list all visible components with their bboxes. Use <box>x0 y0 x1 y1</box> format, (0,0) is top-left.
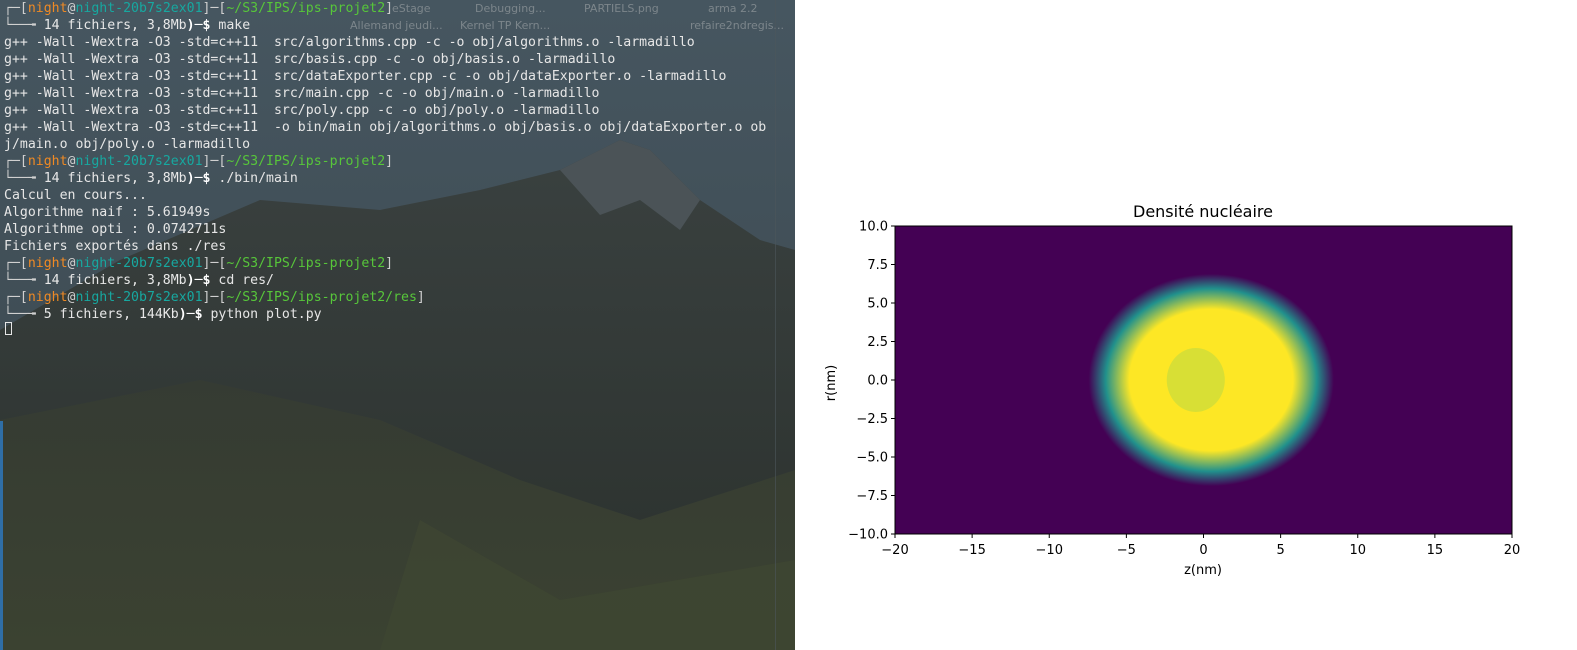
x-tick-label: −5 <box>1117 543 1136 558</box>
density-plot: −20 −15 −10 −5 0 5 10 15 20 −10.0 −7.5 −5.0 −2.5 0.0… <box>824 202 1520 578</box>
y-tick-label: 0.0 <box>867 374 888 389</box>
terminal-output[interactable]: ┌─[night@night-20b7s2ex01]─[~/S3/IPS/ips… <box>4 0 766 323</box>
matplotlib-figure: −20 −15 −10 −5 0 5 10 15 20 −10.0 −7.5 −5.0 −2.5 0.0… <box>795 0 1577 650</box>
y-axis-label: r(nm) <box>824 365 839 401</box>
x-tick-label: −15 <box>958 543 985 558</box>
prompt-decoration: ] <box>385 1 394 16</box>
prompt-user: night <box>27 1 68 16</box>
prompt-decoration: ] <box>385 256 394 271</box>
output-line: g++ -Wall -Wextra -O3 -std=c++11 src/mai… <box>4 86 600 101</box>
prompt-symbol: )─$ <box>178 307 211 322</box>
output-line: g++ -Wall -Wextra -O3 -std=c++11 src/pol… <box>4 103 600 118</box>
output-line: g++ -Wall -Wextra -O3 -std=c++11 src/dat… <box>4 69 727 84</box>
prompt-dir-info: 5 fichiers, 144Kb <box>43 307 179 322</box>
prompt-user: night <box>27 290 68 305</box>
prompt-decoration: └──╼ <box>4 18 44 33</box>
heatmap-area <box>894 225 1513 535</box>
x-tick-label: 15 <box>1427 543 1444 558</box>
command-text: make <box>218 18 251 33</box>
prompt-decoration: ┌─[ <box>4 1 28 16</box>
y-tick-label: −5.0 <box>856 451 888 466</box>
prompt-user: night <box>27 154 68 169</box>
prompt-line: ┌─[night@night-20b7s2ex01]─[~/S3/IPS/ips… <box>4 153 766 170</box>
output-line: g++ -Wall -Wextra -O3 -std=c++11 src/alg… <box>4 35 695 50</box>
prompt-decoration: ]─[ <box>202 154 227 169</box>
prompt-path: ~/S3/IPS/ips-projet2/res <box>226 290 417 305</box>
prompt-decoration: ] <box>416 290 425 305</box>
x-tick-label: 10 <box>1349 543 1366 558</box>
x-tick-label: 0 <box>1199 543 1207 558</box>
x-tick-label: 20 <box>1504 543 1521 558</box>
y-tick-label: 7.5 <box>867 258 888 273</box>
command-text: python plot.py <box>210 307 322 322</box>
prompt-host: night-20b7s2ex01 <box>75 1 203 16</box>
prompt-decoration: ┌─[ <box>4 256 28 271</box>
output-line: Fichiers exportés dans ./res <box>4 239 227 254</box>
output-line: Algorithme naif : 5.61949s <box>4 205 211 220</box>
window-divider <box>775 0 776 650</box>
prompt-dir-info: 14 fichiers, 3,8Mb <box>43 171 187 186</box>
output-line: j/main.o obj/poly.o -larmadillo <box>4 137 251 152</box>
prompt-decoration: └──╼ <box>4 171 44 186</box>
y-tick-label: 10.0 <box>859 220 888 235</box>
y-tick-label: 5.0 <box>867 297 888 312</box>
prompt-dir-info: 14 fichiers, 3,8Mb <box>43 273 187 288</box>
output-line: Calcul en cours... <box>4 188 147 203</box>
prompt-host: night-20b7s2ex01 <box>75 256 203 271</box>
chart-title: Densité nucléaire <box>1133 202 1273 221</box>
x-tick-label: −20 <box>881 543 908 558</box>
command-text: ./bin/main <box>218 171 298 186</box>
prompt-line: ┌─[night@night-20b7s2ex01]─[~/S3/IPS/ips… <box>4 289 766 306</box>
density-core <box>1166 348 1225 412</box>
prompt-decoration: ┌─[ <box>4 154 28 169</box>
prompt-line: ┌─[night@night-20b7s2ex01]─[~/S3/IPS/ips… <box>4 255 766 272</box>
prompt-path: ~/S3/IPS/ips-projet2 <box>226 154 386 169</box>
x-tick-label: −10 <box>1036 543 1063 558</box>
window-edge-strip <box>0 421 3 650</box>
output-line: g++ -Wall -Wextra -O3 -std=c++11 src/bas… <box>4 52 616 67</box>
prompt-host: night-20b7s2ex01 <box>75 154 203 169</box>
x-tick-label: 5 <box>1276 543 1284 558</box>
prompt-symbol: )─$ <box>186 171 219 186</box>
prompt-command-line: └──╼ 14 fichiers, 3,8Mb)─$ ./bin/main <box>4 170 766 187</box>
y-tick-label: 2.5 <box>867 335 888 350</box>
prompt-command-line: └──╼ 14 fichiers, 3,8Mb)─$ make <box>4 17 766 34</box>
prompt-command-line: └──╼ 14 fichiers, 3,8Mb)─$ cd res/ <box>4 272 766 289</box>
output-line: g++ -Wall -Wextra -O3 -std=c++11 -o bin/… <box>4 120 767 135</box>
y-tick-label: −10.0 <box>848 528 888 543</box>
prompt-path: ~/S3/IPS/ips-projet2 <box>226 256 386 271</box>
prompt-path: ~/S3/IPS/ips-projet2 <box>226 1 386 16</box>
terminal-cursor <box>5 322 12 335</box>
y-axis: −10.0 −7.5 −5.0 −2.5 0.0 2.5 5.0 7.5 10.0 <box>848 220 895 543</box>
x-axis: −20 −15 −10 −5 0 5 10 15 20 <box>881 534 1520 558</box>
prompt-decoration: └──╼ <box>4 307 44 322</box>
prompt-decoration: ] <box>385 154 394 169</box>
terminal-window[interactable]: eStage PARTIELS.png arma 2.2 Debugging..… <box>0 0 795 650</box>
prompt-decoration: ┌─[ <box>4 290 28 305</box>
prompt-line: ┌─[night@night-20b7s2ex01]─[~/S3/IPS/ips… <box>4 0 766 17</box>
prompt-dir-info: 14 fichiers, 3,8Mb <box>43 18 187 33</box>
y-tick-label: −7.5 <box>856 489 888 504</box>
output-line: Algorithme opti : 0.0742711s <box>4 222 227 237</box>
prompt-command-line: └──╼ 5 fichiers, 144Kb)─$ python plot.py <box>4 306 766 323</box>
prompt-symbol: )─$ <box>186 18 219 33</box>
prompt-decoration: ]─[ <box>202 1 227 16</box>
x-axis-label: z(nm) <box>1184 563 1222 578</box>
prompt-decoration: ]─[ <box>202 290 227 305</box>
command-text: cd res/ <box>218 273 274 288</box>
prompt-symbol: )─$ <box>186 273 219 288</box>
prompt-user: night <box>27 256 68 271</box>
y-tick-label: −2.5 <box>856 412 888 427</box>
prompt-host: night-20b7s2ex01 <box>75 290 203 305</box>
prompt-decoration: ]─[ <box>202 256 227 271</box>
prompt-decoration: └──╼ <box>4 273 44 288</box>
